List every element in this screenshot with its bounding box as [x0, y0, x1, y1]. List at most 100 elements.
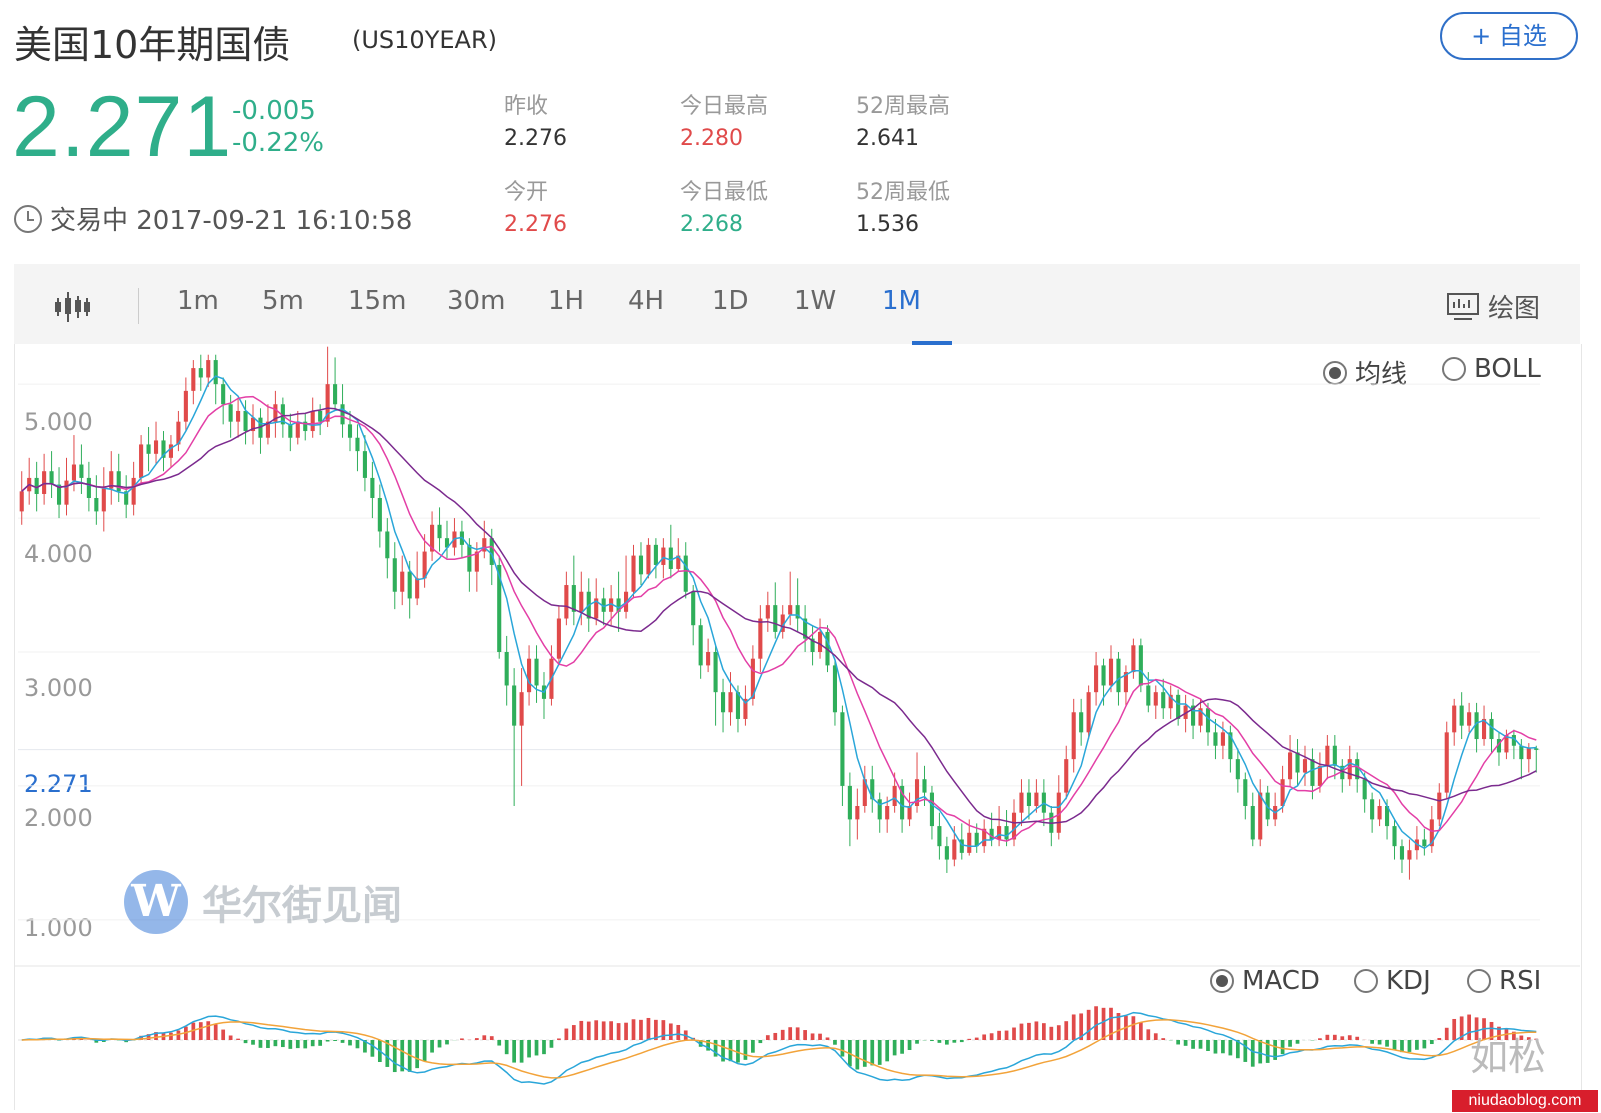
candle-down [49, 471, 54, 485]
candle-up [183, 390, 188, 422]
candle-down [1332, 745, 1337, 766]
candle-up [967, 832, 972, 853]
candle-up [1377, 806, 1382, 820]
candle-down [1004, 826, 1009, 840]
candle-down [1489, 718, 1494, 740]
candle-up [788, 605, 793, 615]
indicator-macd-radio[interactable]: MACD [1210, 966, 1320, 996]
candle-down [198, 368, 203, 378]
candle-down [213, 360, 218, 385]
candle-down [668, 547, 673, 569]
candle-up [1325, 745, 1330, 766]
candle-up [564, 585, 569, 619]
candle-down [221, 384, 226, 405]
candle-down [1295, 752, 1300, 773]
candle-up [661, 547, 666, 565]
candle-down [504, 652, 509, 686]
candle-down [832, 665, 838, 713]
candle-down [1519, 745, 1524, 760]
candle-down [1243, 779, 1248, 806]
candle-down [1534, 748, 1539, 750]
candle-down [691, 591, 696, 626]
candle-down [840, 712, 845, 786]
candle-up [1467, 712, 1472, 726]
indicator-kdj-radio[interactable]: KDJ [1354, 966, 1431, 996]
candle-up [817, 631, 823, 652]
candle-down [370, 477, 375, 498]
candle-up [236, 410, 241, 422]
candle-down [638, 555, 644, 575]
candle-down [86, 477, 91, 498]
candle-down [720, 692, 726, 713]
candle-down [437, 524, 442, 539]
candle-down [1138, 645, 1143, 686]
candle-down [929, 792, 934, 827]
candle-up [1108, 658, 1114, 686]
candle-down [288, 424, 293, 438]
candle-down [944, 846, 949, 860]
candle-up [519, 692, 524, 726]
candle-down [79, 464, 84, 478]
candle-down [989, 828, 994, 840]
candle-up [706, 652, 711, 666]
candle-up [191, 368, 196, 391]
indicator-kdj-label: KDJ [1386, 966, 1431, 996]
candle-up [1220, 732, 1225, 746]
candle-down [228, 404, 233, 422]
candle-up [71, 464, 77, 481]
candle-down [1399, 846, 1405, 860]
candle-down [94, 498, 99, 512]
candle-down [1370, 799, 1375, 820]
candle-down [847, 785, 852, 820]
candle-down [1079, 712, 1084, 733]
candle-down [392, 558, 397, 592]
candle-down [1146, 685, 1151, 706]
candle-down [34, 477, 39, 494]
brand-logo: W [124, 870, 188, 934]
indicator-rsi-label: RSI [1499, 966, 1542, 996]
candlestick-chart[interactable] [0, 0, 1601, 1113]
candle-up [131, 477, 136, 505]
candle-up [1034, 792, 1039, 806]
candle-up [310, 410, 315, 432]
candle-down [698, 625, 703, 666]
candle-up [1288, 752, 1293, 780]
candle-up [415, 578, 420, 599]
candle-down [773, 605, 778, 632]
candle-up [765, 605, 770, 619]
radio-unselected-icon [1354, 969, 1378, 993]
candle-down [1213, 732, 1218, 746]
candle-down [377, 498, 382, 532]
wechat-watermark-text: 如松 [1470, 1035, 1547, 1079]
candle-up [556, 618, 561, 659]
candle-up [579, 591, 584, 612]
candle-down [333, 384, 338, 405]
candle-up [1071, 712, 1076, 760]
candle-up [1452, 705, 1457, 733]
wechat-watermark: 如松 [1470, 1026, 1546, 1081]
candle-up [1526, 748, 1531, 760]
candle-down [512, 685, 517, 726]
candle-down [340, 404, 345, 425]
indicator-rsi-radio[interactable]: RSI [1467, 966, 1541, 996]
ma20-line [21, 407, 1537, 824]
candle-up [1302, 759, 1308, 773]
candle-down [1116, 658, 1121, 693]
candle-down [571, 585, 576, 612]
brand-text: 华尔街见闻 [202, 882, 402, 929]
candle-up [646, 544, 651, 575]
candle-up [997, 826, 1002, 840]
candle-down [1362, 779, 1367, 800]
candle-up [952, 839, 957, 860]
site-watermark: niudaoblog.com [1452, 1090, 1598, 1112]
candle-up [1407, 850, 1412, 860]
radio-unselected-icon [1467, 969, 1491, 993]
candle-down [362, 451, 367, 478]
candle-down [937, 826, 942, 847]
candle-up [400, 571, 405, 592]
candle-down [713, 652, 718, 693]
macd-dea-line [21, 1019, 1537, 1079]
candle-up [64, 480, 69, 505]
candle-down [489, 538, 494, 565]
candle-up [631, 555, 636, 592]
